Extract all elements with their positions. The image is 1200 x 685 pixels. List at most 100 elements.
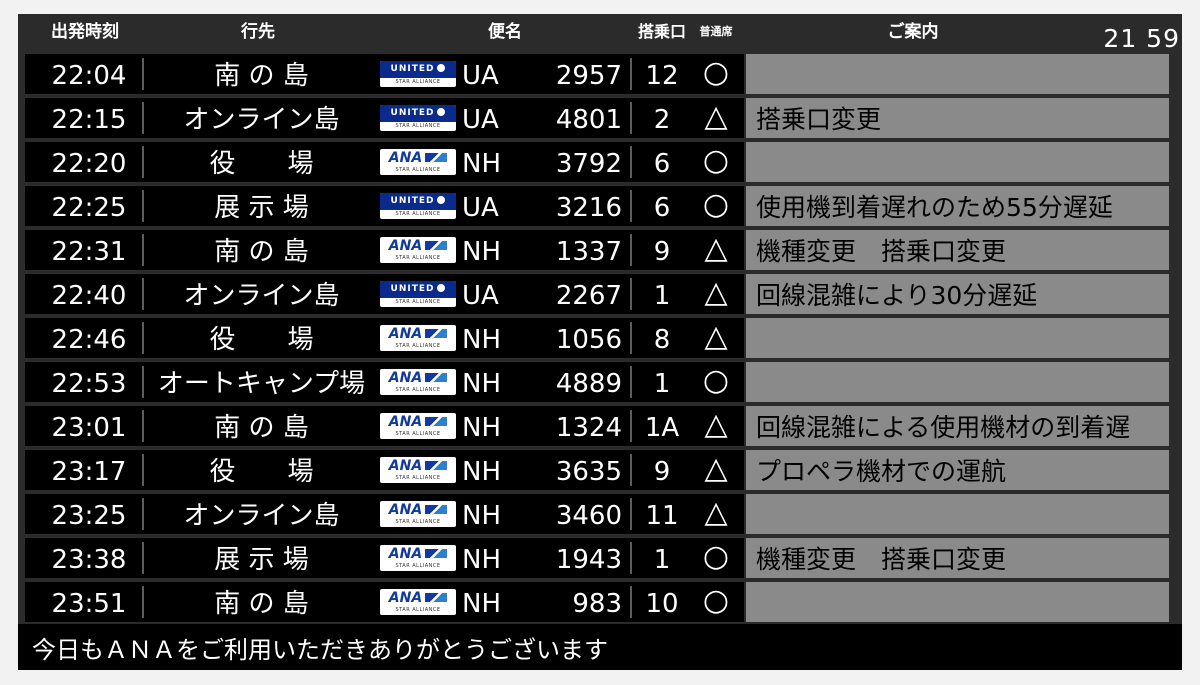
flight-notice <box>746 142 1169 182</box>
airline-logo-wordmark: UNITED <box>380 281 456 298</box>
alliance-mark: STAR ALLIANCE <box>395 607 441 613</box>
flight-number: 1337 <box>555 237 622 267</box>
boarding-gate: 2 <box>653 105 671 135</box>
airline-code: UA <box>462 105 499 135</box>
flight-row: 22:20 役 場 ANA STAR ALLIANCE NH 3792 6 ○ <box>18 142 1182 182</box>
airline-code: NH <box>462 501 501 531</box>
flight-row: 22:31 南 の 島 ANA STAR ALLIANCE NH 1337 9 … <box>18 230 1182 270</box>
seat-availability-icon: ○ <box>702 583 730 618</box>
boarding-gate: 1 <box>653 281 671 311</box>
departure-time: 22:04 <box>51 61 127 91</box>
seat-availability-icon: △ <box>704 451 728 486</box>
airline-logo: ANA STAR ALLIANCE <box>380 501 456 527</box>
flight-number: 1056 <box>555 325 622 355</box>
ana-stripe-icon <box>425 417 448 426</box>
alliance-mark: STAR ALLIANCE <box>395 255 441 261</box>
airline-logo: ANA STAR ALLIANCE <box>380 237 456 263</box>
departure-time: 23:51 <box>51 589 127 619</box>
airline-logo: ANA STAR ALLIANCE <box>380 149 456 175</box>
airline-logo-wordmark: ANA <box>380 149 456 167</box>
alliance-mark: STAR ALLIANCE <box>395 299 441 305</box>
airline-logo-wordmark: UNITED <box>380 61 456 78</box>
alliance-mark: STAR ALLIANCE <box>395 167 441 173</box>
airline-logo: UNITED STAR ALLIANCE <box>380 105 456 131</box>
seat-availability-icon: △ <box>704 319 728 354</box>
airline-logo-wordmark: UNITED <box>380 193 456 210</box>
footer-banner: 今日もＡＮＡをご利用いただきありがとうございます <box>18 624 1182 670</box>
destination: 展 示 場 <box>214 193 309 223</box>
airline-logo: UNITED STAR ALLIANCE <box>380 61 456 87</box>
boarding-gate: 1A <box>644 413 680 443</box>
airline-logo-text: UNITED <box>390 196 435 206</box>
flight-notice <box>746 494 1169 534</box>
airline-logo: ANA STAR ALLIANCE <box>380 369 456 395</box>
airline-code: NH <box>462 545 501 575</box>
seat-availability-icon: ○ <box>702 187 730 222</box>
airline-logo-wordmark: ANA <box>380 325 456 343</box>
airline-logo-text: UNITED <box>390 64 435 74</box>
alliance-mark: STAR ALLIANCE <box>395 343 441 349</box>
seat-availability-icon: △ <box>704 99 728 134</box>
column-separator <box>630 454 632 486</box>
boarding-gate: 6 <box>653 193 671 223</box>
airline-logo: ANA STAR ALLIANCE <box>380 545 456 571</box>
airline-logo: ANA STAR ALLIANCE <box>380 457 456 483</box>
flight-row: 22:15 オンライン島 UNITED STAR ALLIANCE UA 480… <box>18 98 1182 138</box>
destination: 南 の 島 <box>214 589 309 619</box>
column-separator <box>630 322 632 354</box>
flight-row: 23:38 展 示 場 ANA STAR ALLIANCE NH 1943 1 … <box>18 538 1182 578</box>
airline-logo: ANA STAR ALLIANCE <box>380 325 456 351</box>
airline-logo-text: ANA <box>388 502 423 518</box>
destination: オンライン島 <box>183 105 340 135</box>
airline-logo-text: ANA <box>388 414 423 430</box>
flight-row: 23:17 役 場 ANA STAR ALLIANCE NH 3635 9 △ … <box>18 450 1182 490</box>
alliance-mark: STAR ALLIANCE <box>395 475 441 481</box>
flight-notice: 搭乗口変更 <box>746 98 1169 138</box>
ana-stripe-icon <box>425 461 448 470</box>
header-flight: 便名 <box>488 22 522 42</box>
destination: 役 場 <box>209 149 314 179</box>
header-departure-time: 出発時刻 <box>51 22 119 42</box>
departure-time: 22:31 <box>51 237 127 267</box>
flight-notice <box>746 362 1169 402</box>
flight-notice <box>746 582 1169 622</box>
alliance-mark: STAR ALLIANCE <box>395 211 441 217</box>
flight-number: 1943 <box>555 545 622 575</box>
destination: 南 の 島 <box>214 237 309 267</box>
flight-number: 3216 <box>555 193 622 223</box>
departure-board: 出発時刻 行先 便名 搭乗口 普通席 ご案内 21 59 22:04 南 の 島… <box>18 14 1182 670</box>
boarding-gate: 11 <box>645 501 679 531</box>
departure-time: 23:17 <box>51 457 127 487</box>
seat-availability-icon: ○ <box>702 143 730 178</box>
flight-number: 2267 <box>555 281 622 311</box>
flight-number: 4801 <box>555 105 622 135</box>
column-separator <box>630 190 632 222</box>
flight-row: 22:53 オートキャンプ場 ANA STAR ALLIANCE NH 4889… <box>18 362 1182 402</box>
boarding-gate: 9 <box>653 457 671 487</box>
departure-time: 22:40 <box>51 281 127 311</box>
seat-availability-icon: ○ <box>702 55 730 90</box>
departure-time: 23:01 <box>51 413 127 443</box>
header-gate: 搭乗口 <box>637 22 686 41</box>
airline-logo-text: UNITED <box>390 284 435 294</box>
airline-logo-wordmark: UNITED <box>380 105 456 122</box>
destination: オンライン島 <box>183 281 340 311</box>
boarding-gate: 12 <box>645 61 679 91</box>
column-separator <box>630 58 632 90</box>
airline-code: NH <box>462 369 501 399</box>
column-separator <box>630 278 632 310</box>
airline-logo: UNITED STAR ALLIANCE <box>380 281 456 307</box>
flight-notice: 回線混雑により30分遅延 <box>746 274 1169 314</box>
airline-logo-text: ANA <box>388 590 423 606</box>
ana-stripe-icon <box>425 549 448 558</box>
flight-number: 3635 <box>555 457 622 487</box>
boarding-gate: 9 <box>653 237 671 267</box>
departure-time: 22:53 <box>51 369 127 399</box>
flight-notice <box>746 54 1169 94</box>
header-seat-class: 普通席 <box>699 25 733 38</box>
destination: 役 場 <box>209 457 314 487</box>
flight-row: 22:40 オンライン島 UNITED STAR ALLIANCE UA 226… <box>18 274 1182 314</box>
boarding-gate: 1 <box>653 369 671 399</box>
boarding-gate: 8 <box>653 325 671 355</box>
airline-logo-text: UNITED <box>390 108 435 118</box>
